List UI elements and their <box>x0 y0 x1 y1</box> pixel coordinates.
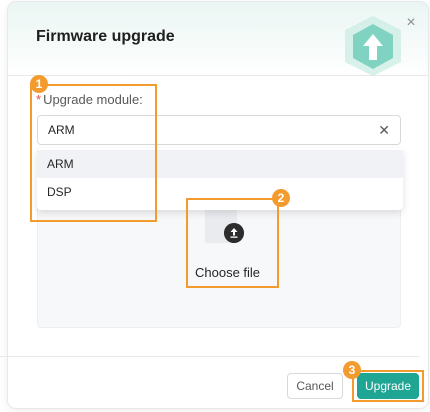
clear-icon[interactable]: ✕ <box>378 122 390 138</box>
dropdown-option-arm[interactable]: ARM <box>37 150 403 178</box>
upgrade-illustration-icon <box>345 16 401 76</box>
callout-badge-2: 2 <box>272 189 290 207</box>
callout-badge-1: 1 <box>30 75 48 93</box>
upload-icon[interactable] <box>224 223 244 243</box>
cancel-button[interactable]: Cancel <box>287 373 343 399</box>
dialog-title: Firmware upgrade <box>36 28 175 45</box>
dialog-header: Firmware upgrade × <box>8 2 428 76</box>
dropdown-option-dsp[interactable]: DSP <box>37 178 403 206</box>
upgrade-module-value: ARM <box>48 123 75 137</box>
module-dropdown: ARM DSP <box>37 148 403 210</box>
upgrade-button[interactable]: Upgrade <box>357 373 419 399</box>
callout-badge-3: 3 <box>343 361 361 379</box>
upgrade-module-label: * Upgrade module: <box>36 92 143 107</box>
required-mark: * <box>36 92 42 107</box>
choose-file-button[interactable]: Choose file <box>195 265 260 280</box>
upgrade-module-label-text: Upgrade module: <box>43 92 143 107</box>
upgrade-module-select[interactable]: ARM ✕ <box>37 115 401 145</box>
